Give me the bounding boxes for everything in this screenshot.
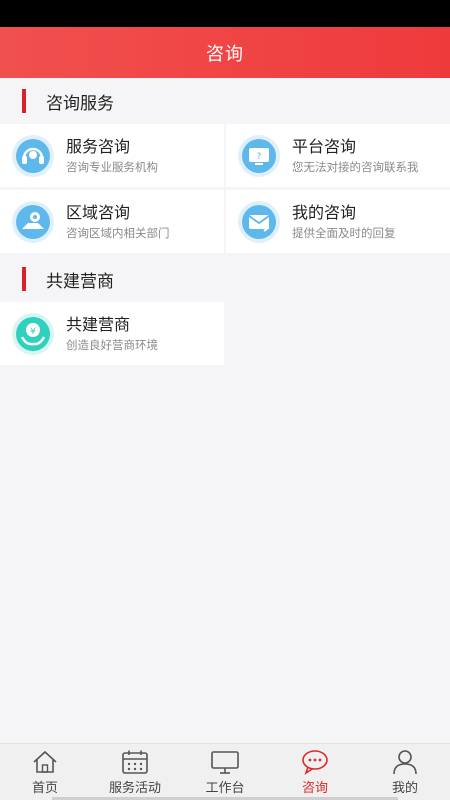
calendar-icon bbox=[122, 750, 148, 774]
headset-icon bbox=[12, 134, 54, 177]
tab-workbench[interactable]: 工作台 bbox=[180, 744, 270, 800]
section-header-consult-service: 咨询服务 bbox=[0, 78, 450, 124]
card-title: 服务咨询 bbox=[66, 136, 131, 156]
card-subtitle: 您无法对接的咨询联系我 bbox=[292, 159, 419, 174]
tab-consult[interactable]: 咨询 bbox=[270, 744, 360, 800]
map-location-icon bbox=[12, 200, 54, 243]
card-region-consult[interactable]: 区域咨询 咨询区域内相关部门 bbox=[0, 190, 224, 253]
tab-label: 工作台 bbox=[205, 781, 245, 796]
card-build-business[interactable]: ¥ 共建营商 创造良好营商环境 bbox=[0, 302, 224, 365]
tab-label: 首页 bbox=[31, 781, 58, 796]
status-bar bbox=[0, 0, 450, 27]
tab-label: 咨询 bbox=[301, 781, 328, 796]
section-title: 共建营商 bbox=[46, 271, 114, 292]
card-title: 平台咨询 bbox=[292, 136, 357, 156]
section-accent-bar bbox=[22, 89, 26, 113]
section-title: 咨询服务 bbox=[46, 93, 114, 114]
page-title: 咨询 bbox=[206, 43, 244, 65]
section-accent-bar bbox=[22, 267, 26, 291]
card-subtitle: 创造良好营商环境 bbox=[66, 337, 158, 352]
bottom-tab-bar: 首页 服务活动 工作台 咨询 我的 bbox=[0, 743, 450, 800]
card-platform-consult[interactable]: ? 平台咨询 您无法对接的咨询联系我 bbox=[226, 124, 450, 187]
chat-bubble-icon bbox=[302, 750, 328, 775]
tab-label: 我的 bbox=[391, 781, 418, 796]
mail-reply-icon bbox=[238, 200, 280, 243]
card-subtitle: 提供全面及时的回复 bbox=[292, 225, 396, 240]
tab-mine[interactable]: 我的 bbox=[360, 744, 450, 800]
section-header-business: 共建营商 bbox=[0, 256, 450, 302]
card-subtitle: 咨询专业服务机构 bbox=[66, 159, 158, 174]
monitor-question-icon: ? bbox=[238, 134, 280, 177]
tab-label: 服务活动 bbox=[108, 781, 161, 796]
card-my-consult[interactable]: 我的咨询 提供全面及时的回复 bbox=[226, 190, 450, 253]
svg-text:?: ? bbox=[257, 152, 262, 162]
home-icon bbox=[33, 750, 57, 773]
app-header: 咨询 bbox=[0, 27, 450, 78]
card-title: 我的咨询 bbox=[292, 202, 357, 222]
tab-home[interactable]: 首页 bbox=[0, 744, 90, 800]
card-title: 共建营商 bbox=[66, 314, 131, 334]
tab-service-activities[interactable]: 服务活动 bbox=[90, 744, 180, 800]
desktop-icon bbox=[211, 751, 239, 774]
card-service-consult[interactable]: 服务咨询 咨询专业服务机构 bbox=[0, 124, 224, 187]
yen-hands-icon: ¥ bbox=[12, 312, 54, 355]
card-subtitle: 咨询区域内相关部门 bbox=[66, 225, 170, 240]
card-title: 区域咨询 bbox=[66, 202, 131, 222]
svg-text:¥: ¥ bbox=[30, 327, 36, 337]
user-icon bbox=[393, 750, 417, 775]
